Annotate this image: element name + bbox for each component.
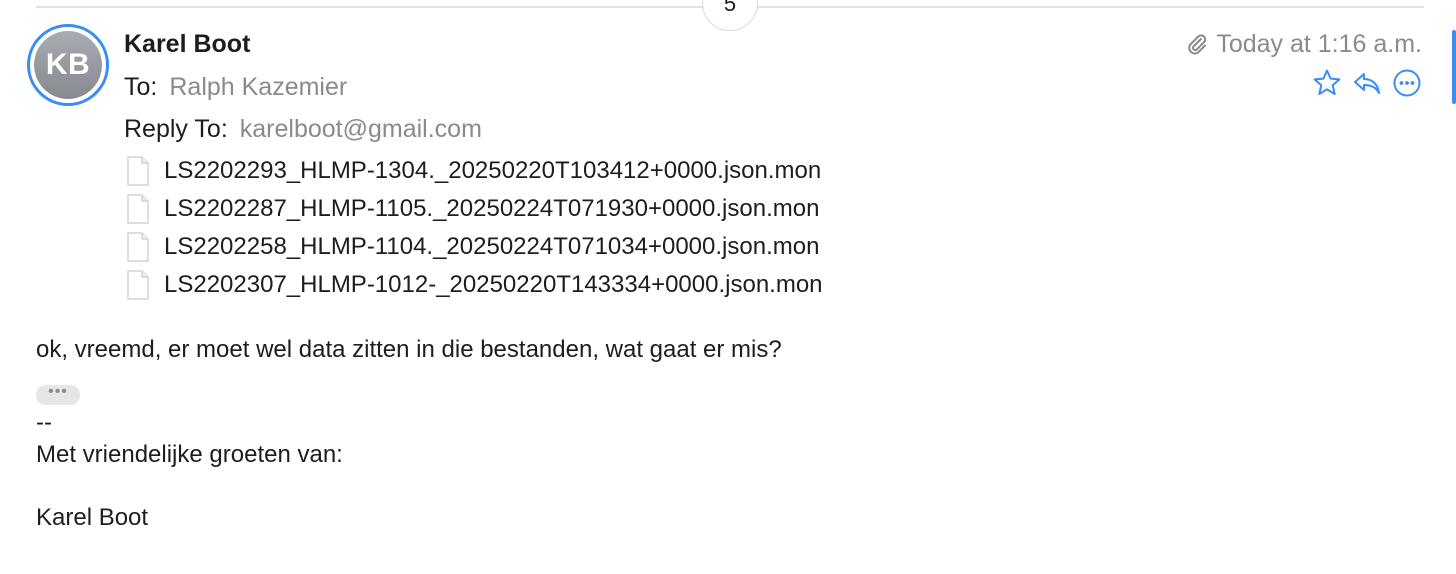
message-body-text: ok, vreemd, er moet wel data zitten in d…: [36, 336, 782, 363]
more-icon: [1393, 69, 1421, 97]
more-actions-button[interactable]: [1390, 66, 1424, 100]
signature-name: Karel Boot: [36, 504, 149, 531]
attachment-name: LS2202287_HLMP-1105._20250224T071930+000…: [164, 195, 820, 222]
to-line: To: Ralph Kazemier: [124, 73, 347, 102]
show-quoted-text-button[interactable]: •••: [36, 384, 80, 405]
sender-name[interactable]: Karel Boot: [124, 30, 250, 59]
message-date: Today at 1:16 a.m.: [1186, 30, 1422, 59]
document-icon: [127, 156, 149, 186]
attachment-list: LS2202293_HLMP-1304._20250220T103412+000…: [126, 152, 823, 304]
message-date-text: Today at 1:16 a.m.: [1216, 30, 1422, 58]
attachment-item[interactable]: LS2202293_HLMP-1304._20250220T103412+000…: [126, 152, 823, 190]
attachment-name: LS2202258_HLMP-1104._20250224T071034+000…: [164, 233, 820, 260]
reply-to-address[interactable]: karelboot@gmail.com: [240, 115, 482, 143]
document-icon: [127, 270, 149, 300]
reply-to-line: Reply To: karelboot@gmail.com: [124, 115, 482, 144]
to-label: To:: [124, 73, 158, 101]
signature-greeting: Met vriendelijke groeten van:: [36, 441, 343, 468]
document-icon: [127, 232, 149, 262]
reply-button[interactable]: [1350, 66, 1384, 100]
signature-separator: --: [36, 409, 52, 436]
scroll-indicator[interactable]: [1452, 30, 1456, 104]
message-actions: [1310, 66, 1424, 100]
attachment-name: LS2202307_HLMP-1012-_20250220T143334+000…: [164, 271, 823, 298]
reply-icon: [1354, 73, 1380, 94]
avatar: KB: [27, 24, 109, 106]
to-recipient[interactable]: Ralph Kazemier: [169, 73, 347, 101]
attachment-item[interactable]: LS2202258_HLMP-1104._20250224T071034+000…: [126, 228, 823, 266]
reply-to-label: Reply To:: [124, 115, 228, 143]
attachment-item[interactable]: LS2202307_HLMP-1012-_20250220T143334+000…: [126, 266, 823, 304]
document-icon: [127, 194, 149, 224]
thread-message-count[interactable]: 5: [702, 0, 758, 31]
star-icon: [1313, 69, 1341, 95]
attachment-item[interactable]: LS2202287_HLMP-1105._20250224T071930+000…: [126, 190, 823, 228]
flag-star-button[interactable]: [1310, 66, 1344, 100]
attachment-name: LS2202293_HLMP-1304._20250220T103412+000…: [164, 157, 822, 184]
avatar-initials: KB: [34, 31, 102, 99]
paperclip-icon: [1188, 33, 1207, 54]
